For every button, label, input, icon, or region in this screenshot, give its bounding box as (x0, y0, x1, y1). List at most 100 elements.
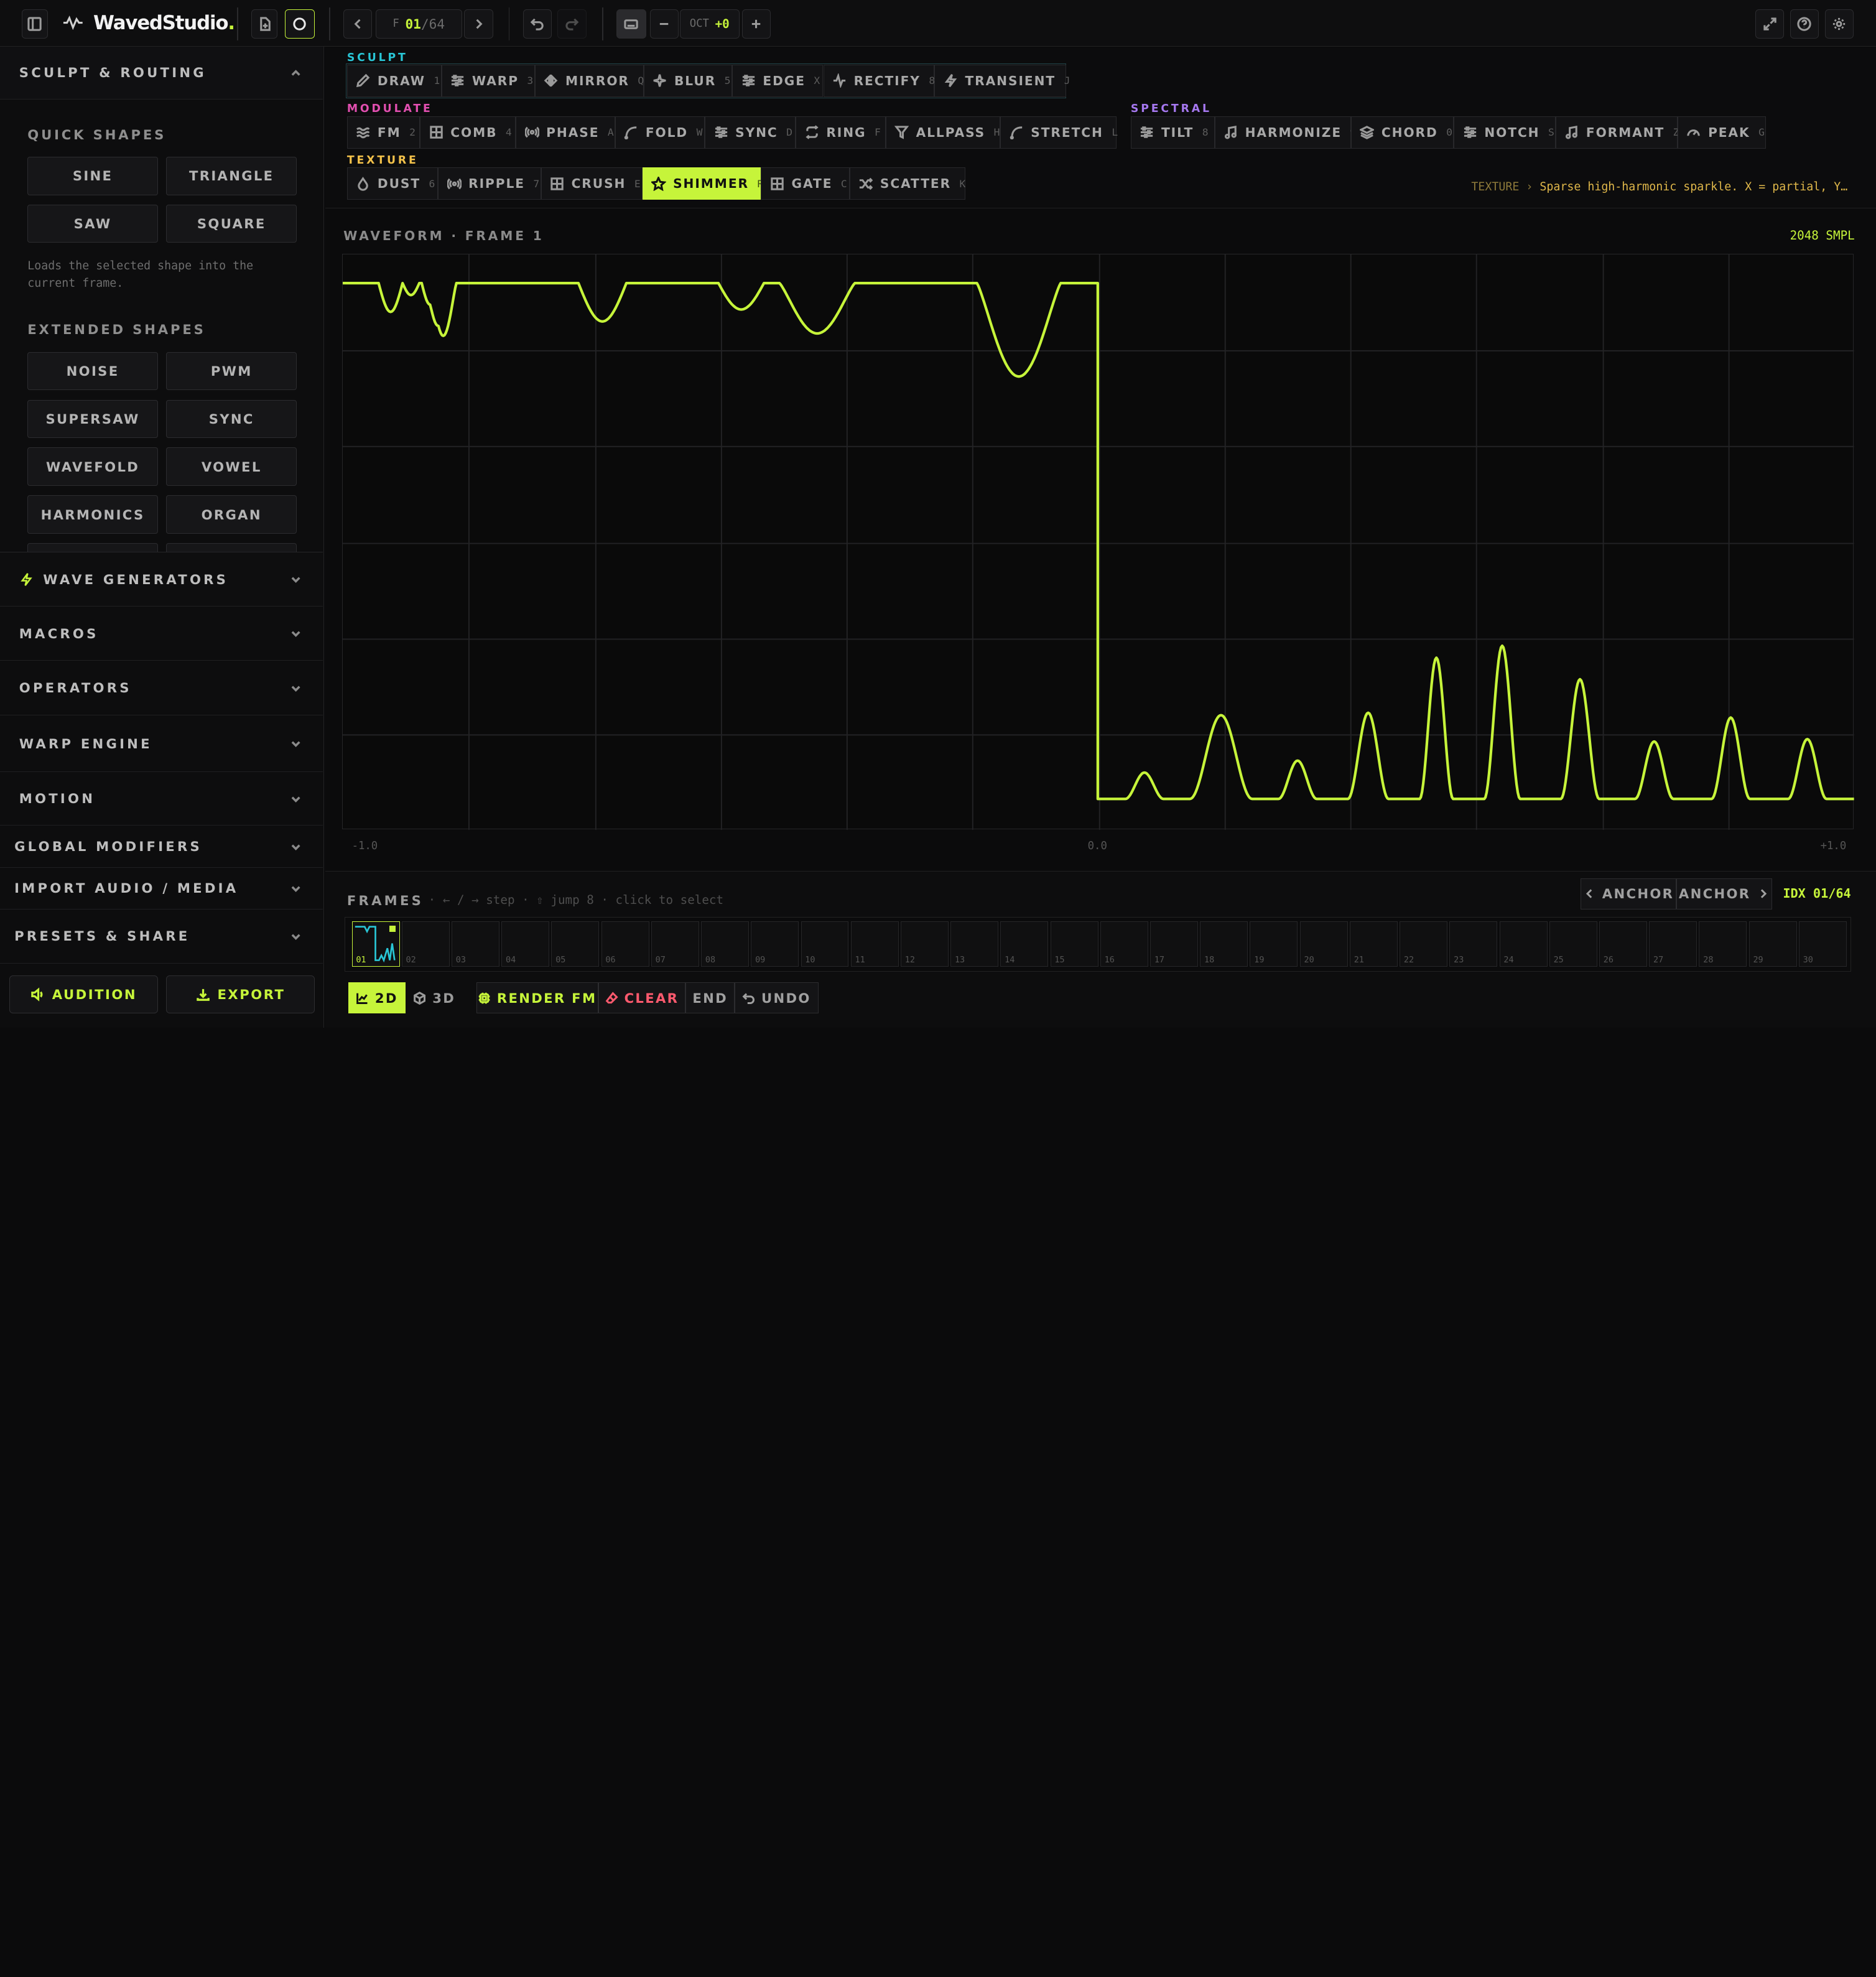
frame-thumb[interactable]: 19 (1250, 921, 1298, 967)
shape-pwm-button[interactable]: PWM (166, 351, 297, 391)
frame-thumb[interactable]: 25 (1549, 921, 1597, 967)
tool-scatter-button[interactable]: SCATTER K (849, 167, 966, 200)
frame-thumb[interactable]: 27 (1649, 921, 1697, 967)
tool-gate-button[interactable]: GATE C (761, 167, 850, 200)
shape-more-button[interactable] (166, 543, 297, 552)
frame-thumb[interactable]: 04 (501, 921, 550, 967)
shape-square-button[interactable]: SQUARE (166, 204, 297, 243)
waveform-canvas[interactable] (342, 253, 1854, 830)
anchor-next-button[interactable]: ANCHOR (1676, 878, 1772, 909)
frame-thumb[interactable]: 18 (1200, 921, 1248, 967)
shape-more-button[interactable] (27, 543, 158, 552)
settings-button[interactable] (1824, 9, 1854, 39)
frame-thumb[interactable]: 22 (1400, 921, 1448, 967)
frame-thumb[interactable]: 14 (1000, 921, 1049, 967)
section-sculpt-routing[interactable]: SCULPT & ROUTING (0, 47, 323, 100)
frame-thumb[interactable]: 01 (351, 921, 400, 967)
tool-mirror-button[interactable]: MIRROR Q (534, 64, 644, 97)
section-motion[interactable]: MOTION (0, 772, 323, 826)
frame-thumb[interactable]: 12 (900, 921, 949, 967)
record-button[interactable] (284, 9, 315, 39)
shape-vowel-button[interactable]: VOWEL (166, 447, 297, 486)
octave-down-button[interactable] (649, 9, 679, 39)
tool-allpass-button[interactable]: ALLPASS H (885, 116, 1001, 149)
tool-crush-button[interactable]: CRUSH E (541, 167, 643, 200)
frame-thumb[interactable]: 15 (1050, 921, 1098, 967)
shape-wavefold-button[interactable]: WAVEFOLD (27, 447, 158, 486)
redo-top-button[interactable] (557, 9, 587, 39)
shape-triangle-button[interactable]: TRIANGLE (166, 156, 297, 195)
octave-up-button[interactable] (741, 9, 771, 39)
tool-stretch-button[interactable]: STRETCH L (1000, 116, 1118, 149)
tool-chord-button[interactable]: CHORD 0 (1350, 116, 1454, 149)
frame-counter[interactable]: F 01/64 (376, 9, 462, 39)
export-button[interactable]: EXPORT (166, 975, 315, 1014)
frame-thumb[interactable]: 10 (801, 921, 849, 967)
fullscreen-button[interactable] (1755, 9, 1785, 39)
section-import-audio[interactable]: IMPORT AUDIO / MEDIA (0, 868, 323, 909)
tool-dust-button[interactable]: DUST 6 (346, 167, 439, 200)
frame-thumb[interactable]: 20 (1299, 921, 1348, 967)
shape-organ-button[interactable]: ORGAN (166, 495, 297, 534)
shape-noise-button[interactable]: NOISE (27, 351, 158, 391)
toggle-sidebar-button[interactable] (21, 9, 48, 39)
shape-harmonics-button[interactable]: HARMONICS (27, 495, 158, 534)
frame-thumb[interactable]: 02 (401, 921, 450, 967)
tool-warp-button[interactable]: WARP 3 (441, 64, 535, 97)
section-presets-share[interactable]: PRESETS & SHARE (0, 909, 323, 964)
frame-thumb[interactable]: 24 (1499, 921, 1548, 967)
frame-thumb[interactable]: 28 (1699, 921, 1747, 967)
section-macros[interactable]: MACROS (0, 607, 323, 661)
shape-supersaw-button[interactable]: SUPERSAW (27, 399, 158, 439)
frame-thumb[interactable]: 08 (701, 921, 750, 967)
frame-thumb[interactable]: 05 (551, 921, 600, 967)
frame-thumb[interactable]: 03 (452, 921, 499, 967)
view-3d-button[interactable]: 3D (406, 982, 463, 1014)
frame-thumb[interactable]: 21 (1349, 921, 1398, 967)
frame-thumb[interactable]: 30 (1798, 921, 1847, 967)
frame-thumb[interactable]: 17 (1150, 921, 1198, 967)
tool-fm-button[interactable]: FM 2 (346, 116, 420, 149)
section-operators[interactable]: OPERATORS (0, 661, 323, 716)
frame-thumb[interactable]: 29 (1748, 921, 1797, 967)
shape-sine-button[interactable]: SINE (27, 156, 158, 195)
shape-sync-button[interactable]: SYNC (166, 399, 297, 439)
shape-saw-button[interactable]: SAW (27, 204, 158, 243)
help-button[interactable] (1790, 9, 1819, 39)
tool-formant-button[interactable]: FORMANT Z (1555, 116, 1679, 149)
tool-shimmer-button[interactable]: SHIMMER R (643, 167, 763, 200)
undo-top-button[interactable] (522, 9, 552, 39)
clear-button[interactable]: CLEAR (598, 982, 686, 1014)
tool-ring-button[interactable]: RING F (796, 116, 886, 149)
frame-thumb[interactable]: 11 (850, 921, 899, 967)
tool-draw-button[interactable]: DRAW 1 (346, 64, 442, 97)
section-global-modifiers[interactable]: GLOBAL MODIFIERS (0, 826, 323, 868)
frame-thumb[interactable]: 23 (1449, 921, 1498, 967)
frame-thumb[interactable]: 06 (601, 921, 649, 967)
frame-thumb[interactable]: 09 (751, 921, 799, 967)
tool-notch-button[interactable]: NOTCH S (1454, 116, 1556, 149)
new-file-button[interactable] (251, 9, 278, 39)
frame-thumb[interactable]: 16 (1100, 921, 1148, 967)
tool-peak-button[interactable]: PEAK G (1678, 116, 1767, 149)
keyboard-button[interactable] (616, 9, 646, 39)
render-fm-button[interactable]: RENDER FM (476, 982, 598, 1014)
tool-harmonize-button[interactable]: HARMONIZE9 (1214, 116, 1356, 149)
tool-phase-button[interactable]: PHASE A (516, 116, 615, 149)
section-wave-generators[interactable]: WAVE GENERATORS (0, 551, 323, 607)
tool-fold-button[interactable]: FOLD W (615, 116, 705, 149)
prev-frame-button[interactable] (343, 9, 373, 39)
tool-tilt-button[interactable]: TILT 8 (1130, 116, 1215, 149)
anchor-prev-button[interactable]: ANCHOR (1581, 878, 1677, 909)
end-button[interactable]: END (685, 982, 735, 1014)
tool-comb-button[interactable]: COMB 4 (420, 116, 516, 149)
tool-rectify-button[interactable]: RECTIFY 8 (823, 64, 935, 97)
audition-button[interactable]: AUDITION (9, 975, 158, 1014)
tool-blur-button[interactable]: BLUR 5 (643, 64, 733, 97)
tool-edge-button[interactable]: EDGE X (732, 64, 824, 97)
next-frame-button[interactable] (464, 9, 493, 39)
tool-transient-button[interactable]: TRANSIENT J (934, 64, 1070, 97)
frame-thumb[interactable]: 07 (651, 921, 699, 967)
tool-sync-button[interactable]: SYNC D (705, 116, 796, 149)
undo-button[interactable]: UNDO (735, 982, 819, 1014)
